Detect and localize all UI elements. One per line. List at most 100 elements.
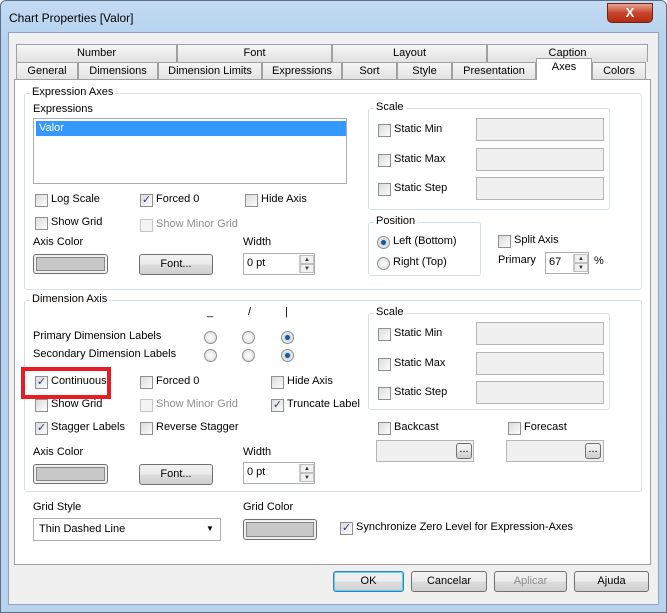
dim-static-max-checkbox[interactable] (378, 358, 391, 371)
expr-forced-0-checkbox[interactable]: ✓ (140, 194, 153, 207)
expr-static-step-input (476, 177, 604, 200)
dim-show-grid-label: Show Grid (51, 398, 103, 410)
expr-width-label: Width (243, 236, 272, 248)
orientation-header-2: | (285, 306, 288, 318)
dim-static-step-input (476, 381, 604, 404)
position-right-radio[interactable] (377, 257, 390, 270)
tab-dimensions[interactable]: Dimensions (78, 62, 158, 80)
down-arrow-icon[interactable]: ▼ (574, 263, 588, 272)
tab-colors[interactable]: Colors (592, 62, 646, 80)
dim-width-field-spinner[interactable]: ▲ ▼ (299, 464, 314, 482)
expr-show-minor-grid-checkbox (140, 219, 153, 232)
dim-axis-color-label: Axis Color (33, 446, 84, 458)
dimension-axis-group-title: Dimension Axis (30, 293, 110, 305)
apply-button: Aplicar (494, 571, 567, 592)
position-left-label: Left (Bottom) (393, 235, 457, 247)
grid-style-select[interactable]: Thin Dashed Line ▼ (33, 518, 221, 541)
forecast-checkbox[interactable] (508, 422, 521, 435)
expr-static-step-label: Static Step (394, 182, 448, 194)
grid-color-button[interactable] (243, 519, 317, 540)
primary-orientation-radio-2[interactable] (281, 331, 294, 344)
expr-hide-axis-checkbox[interactable] (245, 194, 258, 207)
expr-show-grid-checkbox[interactable] (35, 217, 48, 230)
window-title: Chart Properties [Valor] (9, 11, 134, 25)
expr-static-step-checkbox[interactable] (378, 183, 391, 196)
expr-log-scale-checkbox[interactable] (35, 194, 48, 207)
up-arrow-icon[interactable]: ▲ (574, 254, 588, 263)
grid-style-value: Thin Dashed Line (39, 523, 126, 535)
expr-static-max-checkbox[interactable] (378, 154, 391, 167)
dim-axis-color-button[interactable] (33, 464, 108, 484)
split-axis-checkbox[interactable] (498, 235, 511, 248)
tab-dimension-limits[interactable]: Dimension Limits (158, 62, 262, 80)
chevron-down-icon[interactable]: ▼ (206, 524, 216, 534)
forecast-ellipsis-button[interactable]: ... (585, 443, 601, 459)
expr-static-min-label: Static Min (394, 123, 443, 135)
split-axis-label: Split Axis (514, 234, 559, 246)
secondary-orientation-radio-0[interactable] (204, 349, 217, 362)
dim-stagger-labels-checkbox[interactable]: ✓ (35, 422, 48, 435)
dim-width-field[interactable]: 0 pt ▲ ▼ (243, 462, 315, 484)
backcast-ellipsis-button[interactable]: ... (456, 443, 472, 459)
secondary-orientation-radio-1[interactable] (242, 349, 255, 362)
dim-truncate-label-checkbox[interactable]: ✓ (271, 399, 284, 412)
expr-font-button[interactable]: Font... (139, 254, 213, 275)
tab-number[interactable]: Number (16, 44, 177, 62)
dim-static-step-checkbox[interactable] (378, 387, 391, 400)
up-arrow-icon[interactable]: ▲ (300, 464, 314, 473)
cancel-button[interactable]: Cancelar (411, 571, 487, 592)
primary-percent-field-value: 67 (549, 256, 562, 268)
forecast-label: Forecast (524, 421, 567, 433)
expression-axes-group-title: Expression Axes (30, 86, 116, 98)
tab-expressions[interactable]: Expressions (262, 62, 342, 80)
secondary-orientation-radio-2[interactable] (281, 349, 294, 362)
dim-font-button[interactable]: Font... (139, 464, 213, 485)
expressions-listbox[interactable]: Valor (33, 118, 347, 184)
expr-log-scale-label: Log Scale (51, 193, 100, 205)
dim-reverse-stagger-checkbox[interactable] (140, 422, 153, 435)
down-arrow-icon[interactable]: ▼ (300, 473, 314, 482)
tab-sort[interactable]: Sort (342, 62, 397, 80)
expr-axis-color-button[interactable] (33, 254, 108, 274)
dim-forced-0-checkbox[interactable] (140, 376, 153, 389)
dim-static-min-checkbox[interactable] (378, 328, 391, 341)
tab-axes[interactable]: Axes (536, 58, 592, 80)
backcast-label: Backcast (394, 421, 439, 433)
backcast-checkbox[interactable] (378, 422, 391, 435)
tab-presentation[interactable]: Presentation (452, 62, 536, 80)
help-button[interactable]: Ajuda (574, 571, 649, 592)
ok-button[interactable]: OK (333, 571, 404, 592)
dim-static-step-label: Static Step (394, 386, 448, 398)
expr-static-min-input (476, 118, 604, 141)
dim-show-minor-grid-checkbox (140, 399, 153, 412)
primary-dimension-labels: Primary Dimension Labels (33, 330, 162, 342)
primary-orientation-radio-1[interactable] (242, 331, 255, 344)
orientation-header-0: _ (207, 306, 214, 318)
primary-label: Primary (498, 254, 536, 266)
tab-layout[interactable]: Layout (332, 44, 487, 62)
close-button[interactable]: X (607, 3, 653, 23)
expr-static-min-checkbox[interactable] (378, 124, 391, 137)
dim-reverse-stagger-label: Reverse Stagger (156, 421, 239, 433)
primary-percent-field[interactable]: 67 ▲ ▼ (545, 252, 589, 274)
dim-hide-axis-checkbox[interactable] (271, 376, 284, 389)
expr-width-field-value: 0 pt (247, 257, 266, 269)
primary-orientation-radio-0[interactable] (204, 331, 217, 344)
primary-percent-field-spinner[interactable]: ▲ ▼ (573, 254, 588, 272)
tab-general[interactable]: General (16, 62, 78, 80)
orientation-header-1: / (248, 306, 252, 318)
expressions-label: Expressions (33, 103, 93, 115)
tab-style[interactable]: Style (397, 62, 452, 80)
expression-item-valor[interactable]: Valor (36, 121, 346, 136)
sync-zero-level-checkbox[interactable]: ✓ (340, 522, 353, 535)
dim-scale-group-title: Scale (374, 306, 406, 318)
up-arrow-icon[interactable]: ▲ (300, 255, 314, 264)
dim-width-label: Width (243, 446, 272, 458)
expr-width-field-spinner[interactable]: ▲ ▼ (299, 255, 314, 273)
dim-show-grid-checkbox[interactable] (35, 399, 48, 412)
tab-font[interactable]: Font (177, 44, 332, 62)
grid-color-label: Grid Color (243, 501, 294, 513)
position-left-radio[interactable] (377, 236, 390, 249)
expr-width-field[interactable]: 0 pt ▲ ▼ (243, 253, 315, 275)
down-arrow-icon[interactable]: ▼ (300, 264, 314, 273)
